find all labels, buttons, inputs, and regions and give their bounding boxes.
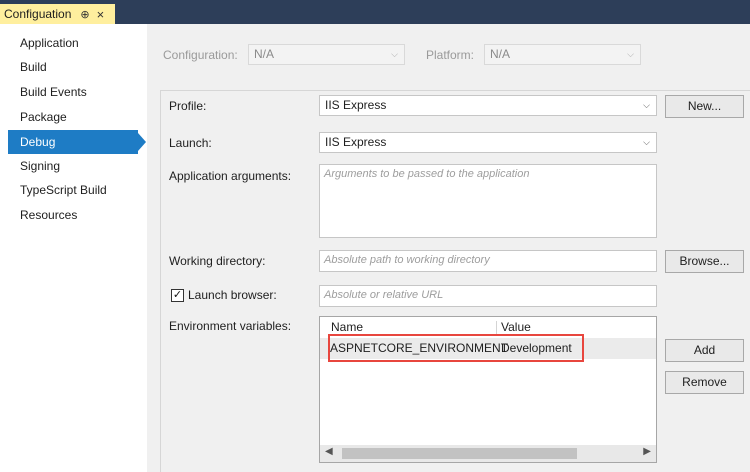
sidebar-item-signing[interactable]: Signing (8, 154, 138, 178)
app-arguments-input[interactable]: Arguments to be passed to the applicatio… (319, 164, 657, 238)
launch-select[interactable]: IIS Express ⌵ (319, 132, 657, 153)
configuration-value: N/A (254, 47, 275, 61)
highlight-annotation (328, 334, 584, 362)
grid-header-value[interactable]: Value (501, 320, 531, 334)
document-tab[interactable]: Configuation ⊕ × (0, 4, 115, 24)
chevron-down-icon: ⌵ (643, 100, 650, 110)
horizontal-scrollbar[interactable]: ◀ ▶ (320, 445, 656, 462)
launch-browser-label: Launch browser: (188, 288, 277, 302)
remove-env-var-button[interactable]: Remove (665, 371, 744, 394)
platform-select[interactable]: N/A ⌵ (484, 44, 641, 65)
new-profile-button[interactable]: New... (665, 95, 744, 118)
launch-browser-checkbox[interactable]: ✓ (171, 289, 184, 302)
add-env-var-button[interactable]: Add (665, 339, 744, 362)
platform-value: N/A (490, 47, 511, 61)
profile-select[interactable]: IIS Express ⌵ (319, 95, 657, 116)
sidebar-item-application[interactable]: Application (8, 31, 138, 55)
grid-header-name[interactable]: Name (331, 320, 363, 334)
scrollbar-thumb[interactable] (342, 448, 577, 459)
document-tab-title: Configuation (4, 7, 72, 21)
environment-variables-label: Environment variables: (169, 319, 292, 333)
active-item-arrow-icon (138, 133, 146, 151)
configuration-select[interactable]: N/A ⌵ (248, 44, 405, 65)
property-sidebar: Application Build Build Events Package D… (0, 24, 147, 472)
sidebar-item-build[interactable]: Build (8, 55, 138, 79)
scroll-right-icon[interactable]: ▶ (643, 446, 651, 457)
app-arguments-label: Application arguments: (169, 169, 292, 183)
configuration-label: Configuration: (163, 48, 238, 62)
sidebar-item-debug[interactable]: Debug (8, 130, 138, 154)
launch-url-input[interactable]: Absolute or relative URL (319, 285, 657, 307)
chevron-down-icon: ⌵ (391, 49, 398, 59)
scroll-left-icon[interactable]: ◀ (325, 446, 333, 457)
profile-value: IIS Express (325, 98, 387, 112)
sidebar-item-build-events[interactable]: Build Events (8, 80, 138, 104)
launch-label: Launch: (169, 136, 212, 150)
chevron-down-icon: ⌵ (627, 49, 634, 59)
sidebar-item-resources[interactable]: Resources (8, 203, 138, 227)
close-icon[interactable]: × (97, 7, 105, 22)
working-directory-label: Working directory: (169, 254, 266, 268)
pin-icon[interactable]: ⊕ (80, 8, 89, 21)
platform-label: Platform: (426, 48, 475, 62)
column-divider (496, 321, 497, 335)
browse-button[interactable]: Browse... (665, 250, 744, 273)
profile-label: Profile: (169, 99, 207, 113)
sidebar-item-typescript-build[interactable]: TypeScript Build (8, 178, 138, 202)
working-directory-input[interactable]: Absolute path to working directory (319, 250, 657, 272)
chevron-down-icon: ⌵ (643, 137, 650, 147)
launch-value: IIS Express (325, 135, 387, 149)
sidebar-item-package[interactable]: Package (8, 105, 138, 129)
